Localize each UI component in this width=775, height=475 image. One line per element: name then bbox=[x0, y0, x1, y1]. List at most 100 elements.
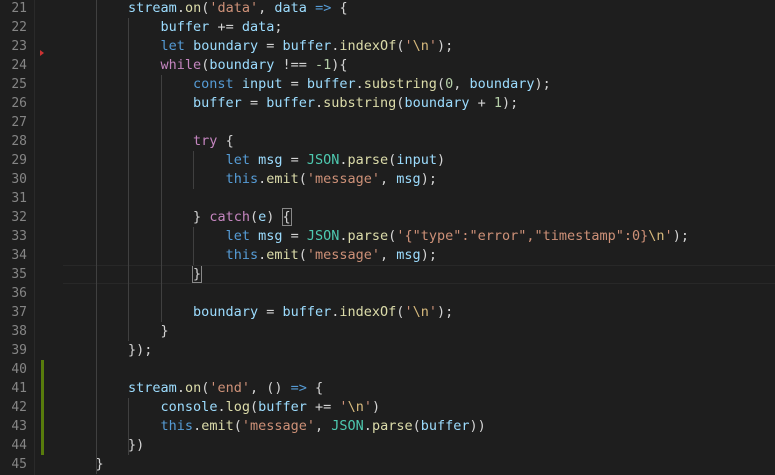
code-token: += bbox=[306, 399, 340, 415]
code-line[interactable] bbox=[63, 284, 775, 303]
line-number: 45 bbox=[11, 457, 27, 472]
code-line[interactable]: } bbox=[63, 455, 775, 474]
code-token: ( bbox=[233, 418, 242, 434]
code-line[interactable]: }); bbox=[63, 341, 775, 360]
code-token: stream bbox=[128, 380, 177, 396]
code-line[interactable]: stream.on('data', data => { bbox=[63, 0, 775, 18]
code-token: boundary bbox=[193, 38, 259, 54]
current-line-highlight bbox=[63, 265, 775, 284]
code-token: ' bbox=[404, 38, 413, 54]
line-number: 29 bbox=[11, 153, 27, 168]
code-line[interactable]: stream.on('end', () => { bbox=[63, 379, 775, 398]
code-token: const bbox=[193, 76, 234, 92]
code-token: on bbox=[184, 380, 202, 396]
indent-guide bbox=[193, 151, 195, 189]
code-line[interactable]: let msg = JSON.parse(input) bbox=[63, 151, 775, 170]
code-token: parse bbox=[371, 418, 413, 434]
code-token: = bbox=[282, 76, 307, 92]
code-token: data bbox=[274, 0, 307, 16]
git-modified-indicator bbox=[41, 436, 44, 455]
code-token: buffer bbox=[282, 304, 332, 320]
collapse-marker-icon[interactable] bbox=[40, 50, 44, 56]
code-line[interactable] bbox=[63, 113, 775, 132]
code-token: { bbox=[331, 0, 348, 16]
indent-guide bbox=[160, 75, 162, 322]
code-line[interactable]: }) bbox=[63, 436, 775, 455]
code-line[interactable]: console.log(buffer += '\n') bbox=[63, 398, 775, 417]
code-line[interactable]: this.emit('message', msg); bbox=[63, 246, 775, 265]
code-token: catch bbox=[209, 209, 250, 225]
code-line[interactable]: while(boundary !== -1){ bbox=[63, 56, 775, 75]
line-number: 28 bbox=[11, 134, 27, 149]
code-line[interactable]: boundary = buffer.indexOf('\n'); bbox=[63, 303, 775, 322]
indent-guide bbox=[95, 0, 97, 474]
code-token: ( bbox=[298, 247, 307, 263]
code-token: try bbox=[193, 133, 218, 149]
code-line[interactable]: try { bbox=[63, 132, 775, 151]
code-line[interactable]: this.emit('message', msg); bbox=[63, 170, 775, 189]
code-token: = bbox=[258, 304, 283, 320]
line-number: 38 bbox=[11, 324, 27, 339]
code-line[interactable]: this.emit('message', JSON.parse(buffer)) bbox=[63, 417, 775, 436]
indent-guide bbox=[128, 398, 130, 455]
code-token: substring bbox=[363, 76, 437, 92]
code-token: 'end' bbox=[209, 380, 250, 396]
code-token: => bbox=[290, 380, 307, 396]
indent-guide bbox=[193, 227, 195, 265]
code-token: buffer bbox=[258, 399, 307, 415]
line-number: 31 bbox=[11, 191, 27, 206]
code-token: emit bbox=[266, 247, 299, 263]
code-line[interactable]: let boundary = buffer.indexOf('\n'); bbox=[63, 37, 775, 56]
code-token: ' bbox=[664, 228, 673, 244]
code-line[interactable]: let msg = JSON.parse('{"type":"error","t… bbox=[63, 227, 775, 246]
code-token: . bbox=[339, 152, 348, 168]
code-token: buffer bbox=[282, 38, 332, 54]
code-token: ); bbox=[502, 95, 519, 111]
code-token: buffer bbox=[306, 76, 356, 92]
code-token: ( bbox=[249, 399, 259, 415]
line-number: 24 bbox=[11, 58, 27, 73]
code-token: msg bbox=[396, 247, 421, 263]
code-token: let bbox=[225, 228, 250, 244]
code-editor[interactable]: 21 22 23 24 25 26 27 28 29 30 31 32 33 34 35 36 37 38 39 40… bbox=[0, 0, 775, 475]
code-token: + bbox=[469, 95, 494, 111]
code-line[interactable] bbox=[63, 189, 775, 208]
code-token: 'message' bbox=[306, 247, 381, 263]
code-token: { bbox=[217, 133, 234, 149]
line-number: 25 bbox=[11, 77, 27, 92]
line-number: 37 bbox=[11, 305, 27, 320]
code-token: console bbox=[160, 399, 218, 415]
code-token: 'message' bbox=[241, 418, 316, 434]
code-token: { bbox=[306, 380, 324, 396]
code-line[interactable]: const input = buffer.substring(0, bounda… bbox=[63, 75, 775, 94]
code-token: ); bbox=[534, 76, 551, 92]
code-line[interactable] bbox=[63, 360, 775, 379]
code-token: }); bbox=[128, 342, 153, 358]
line-number-gutter: 21 22 23 24 25 26 27 28 29 30 31 32 33 34 35 36 37 38 39 40… bbox=[0, 0, 34, 475]
code-line[interactable]: } catch(e) { bbox=[63, 208, 775, 227]
code-token: this bbox=[225, 247, 259, 263]
code-token: ) bbox=[436, 152, 446, 168]
code-token: . bbox=[176, 380, 185, 396]
code-line[interactable]: } bbox=[63, 322, 775, 341]
code-token: 1 bbox=[493, 95, 502, 111]
code-token: -1 bbox=[315, 57, 332, 73]
code-token: msg bbox=[258, 228, 283, 244]
code-line[interactable]: buffer = buffer.substring(boundary + 1); bbox=[63, 94, 775, 113]
code-token: parse bbox=[347, 228, 389, 244]
line-number: 40 bbox=[11, 362, 27, 377]
code-token: buffer bbox=[193, 95, 242, 111]
code-token: () bbox=[266, 380, 291, 396]
code-token: on bbox=[184, 0, 202, 16]
code-token: JSON bbox=[306, 152, 340, 168]
code-line[interactable]: buffer += data; bbox=[63, 18, 775, 37]
code-token: ' bbox=[428, 304, 437, 320]
code-token: \n bbox=[412, 304, 429, 320]
code-token: 'message' bbox=[306, 171, 381, 187]
code-token: . bbox=[176, 0, 185, 16]
line-number: 44 bbox=[11, 438, 27, 453]
code-token: )) bbox=[469, 418, 486, 434]
code-token: . bbox=[339, 228, 348, 244]
code-token: this bbox=[160, 418, 194, 434]
code-token: buffer bbox=[266, 95, 315, 111]
